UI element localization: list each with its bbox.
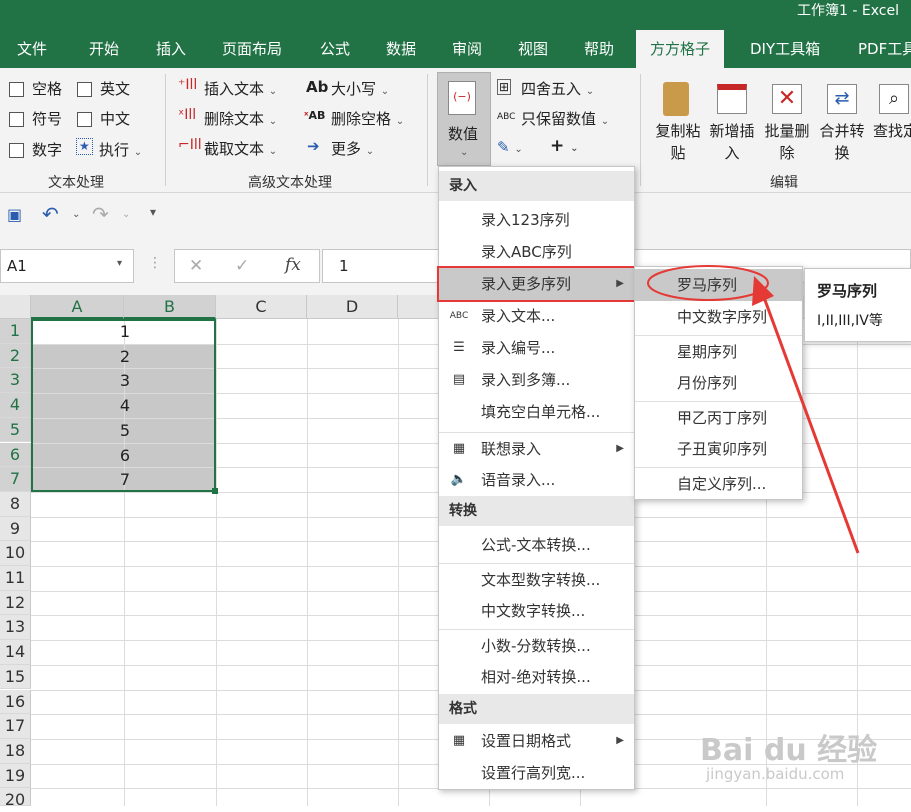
- pointer-arrow-line: [760, 291, 860, 554]
- highlight-ellipse: [647, 265, 769, 301]
- annotation-overlay: [647, 265, 860, 554]
- arrow-head-icon: [752, 276, 774, 306]
